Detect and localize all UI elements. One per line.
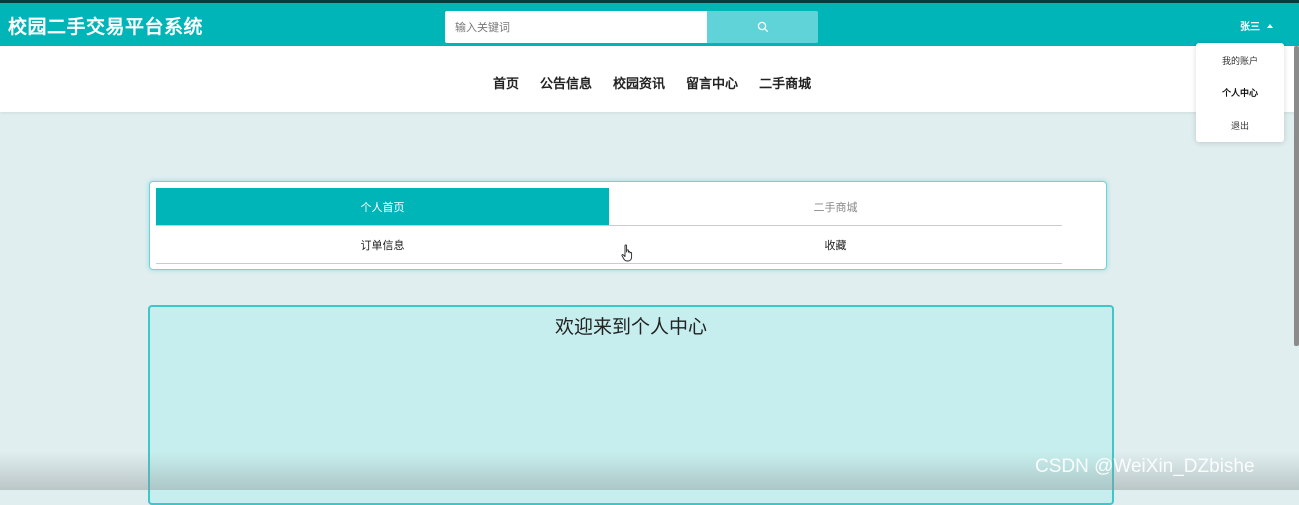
- page-scrollbar[interactable]: [1294, 46, 1299, 346]
- menu-item-favorites[interactable]: 收藏: [609, 226, 1062, 263]
- hand-cursor-icon: [621, 244, 633, 262]
- menu-item-personal-home[interactable]: 个人首页: [156, 188, 609, 225]
- menu-divider: [156, 263, 1062, 264]
- nav-item-announcements[interactable]: 公告信息: [540, 73, 592, 92]
- nav-item-second-hand-mall[interactable]: 二手商城: [759, 73, 811, 92]
- user-menu[interactable]: 张三: [1240, 18, 1273, 33]
- dropdown-item-personal-center[interactable]: 个人中心: [1196, 86, 1284, 99]
- nav-item-home[interactable]: 首页: [493, 73, 519, 92]
- top-header: 校园二手交易平台系统 张三: [0, 0, 1299, 46]
- nav-item-message-center[interactable]: 留言中心: [686, 73, 738, 92]
- site-title[interactable]: 校园二手交易平台系统: [8, 12, 203, 39]
- search-input[interactable]: [445, 11, 707, 43]
- search-icon: [757, 21, 768, 33]
- welcome-panel: 欢迎来到个人中心: [148, 305, 1114, 505]
- welcome-title: 欢迎来到个人中心: [554, 316, 707, 338]
- caret-up-icon: [1267, 23, 1273, 28]
- search-button[interactable]: [707, 11, 818, 43]
- user-name: 张三: [1240, 22, 1260, 33]
- user-dropdown-menu: 我的账户 个人中心 退出: [1196, 43, 1284, 142]
- main-nav: 首页 公告信息 校园资讯 留言中心 二手商城: [0, 46, 1299, 112]
- menu-item-second-hand-mall[interactable]: 二手商城: [609, 188, 1062, 225]
- nav-item-campus-news[interactable]: 校园资讯: [613, 73, 665, 92]
- menu-item-order-info[interactable]: 订单信息: [156, 226, 609, 263]
- dropdown-item-logout[interactable]: 退出: [1196, 119, 1284, 132]
- watermark-text: CSDN @WeiXin_DZbishe: [1035, 456, 1255, 477]
- dropdown-item-my-account[interactable]: 我的账户: [1196, 54, 1284, 67]
